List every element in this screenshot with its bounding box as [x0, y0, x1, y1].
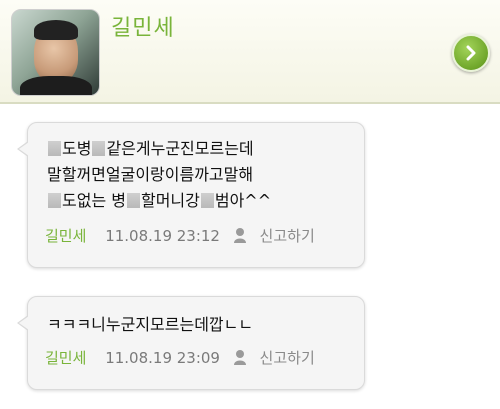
comment-meta: 길민세 11.08.19 23:12 신고하기 [45, 225, 315, 246]
avatar-hair [34, 20, 78, 40]
comment-text-line: 도병 같은게누군진모르는데 [47, 135, 254, 159]
comment-bubble: ㅋㅋㅋ니누군지모르는데깝ㄴㄴ 길민세 11.08.19 23:09 신고하기 [17, 296, 365, 390]
report-button[interactable]: 신고하기 [260, 349, 315, 367]
comment-author[interactable]: 길민세 [45, 227, 86, 245]
comment-text-line: 말할꺼면얼굴이랑이름까고말해 [47, 165, 254, 184]
avatar-shirt [20, 76, 92, 95]
censored-block [48, 141, 61, 156]
person-silhouette-icon [233, 228, 246, 243]
comment-date: 11.08.19 23:12 [105, 227, 220, 245]
comment-author[interactable]: 길민세 [45, 349, 86, 367]
comment-meta: 길민세 11.08.19 23:09 신고하기 [45, 347, 315, 368]
person-silhouette-icon [233, 350, 246, 365]
report-button[interactable]: 신고하기 [260, 227, 315, 245]
avatar[interactable] [11, 9, 100, 96]
comment-text-line: 도없는 병 할머니강 범아^^ [47, 187, 271, 211]
next-button[interactable] [452, 34, 490, 72]
censored-block [48, 193, 61, 208]
chevron-right-icon [466, 45, 476, 61]
comment-bubble: 도병 같은게누군진모르는데 말할꺼면얼굴이랑이름까고말해 도없는 병 할머니강 범아^… [17, 122, 365, 268]
profile-header: 길민세 [0, 0, 500, 104]
comment-text-line: ㅋㅋㅋ니누군지모르는데깝ㄴㄴ [47, 315, 254, 334]
comment-date: 11.08.19 23:09 [105, 349, 220, 367]
censored-block [92, 141, 106, 156]
censored-block [126, 193, 140, 208]
profile-name[interactable]: 길민세 [111, 10, 175, 42]
censored-block [200, 193, 214, 208]
